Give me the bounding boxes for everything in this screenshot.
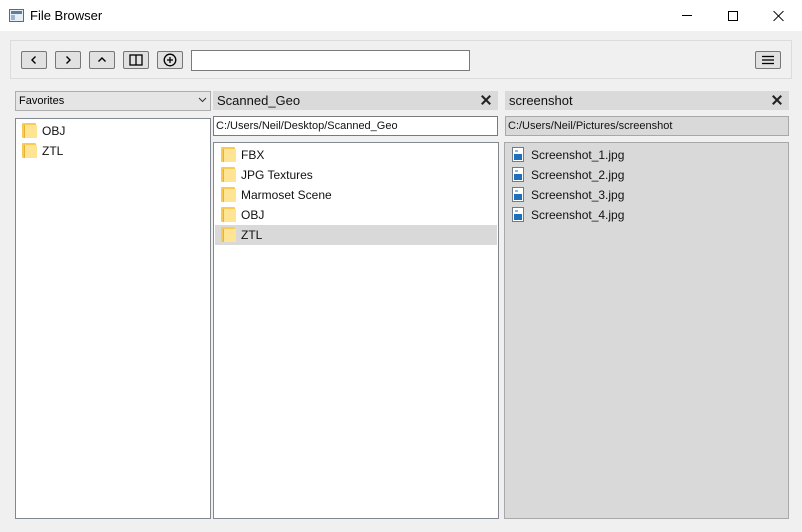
plus-circle-icon [163, 53, 177, 67]
list-item[interactable]: Screenshot_3.jpg [506, 185, 787, 205]
path-input[interactable] [191, 50, 470, 71]
list-item-label: OBJ [241, 208, 265, 222]
list-item-label: FBX [241, 148, 265, 162]
forward-button[interactable] [55, 51, 81, 69]
hamburger-icon [762, 55, 774, 65]
chevron-down-icon [198, 97, 207, 103]
toolbar [10, 40, 792, 79]
maximize-icon [728, 10, 738, 21]
list-item[interactable]: Screenshot_2.jpg [506, 165, 787, 185]
back-button[interactable] [21, 51, 47, 69]
pane-path-field[interactable]: C:/Users/Neil/Desktop/Scanned_Geo [213, 116, 498, 136]
up-button[interactable] [89, 51, 115, 69]
menu-button[interactable] [755, 51, 781, 69]
image-file-icon [512, 167, 524, 182]
pane-header-screenshot: screenshot [505, 91, 789, 110]
list-item-label: OBJ [42, 124, 66, 138]
list-item-label: ZTL [241, 228, 263, 242]
list-item[interactable]: Screenshot_4.jpg [506, 205, 787, 225]
chevron-up-icon [98, 57, 106, 62]
folder-icon [221, 167, 236, 182]
list-item-selected[interactable]: ZTL [215, 225, 497, 245]
pane-path-text: C:/Users/Neil/Desktop/Scanned_Geo [216, 120, 398, 132]
list-item-label: Screenshot_3.jpg [531, 188, 625, 202]
favorites-item-ztl[interactable]: ZTL [17, 141, 209, 161]
image-file-icon [512, 187, 524, 202]
image-file-icon [512, 147, 524, 162]
list-item[interactable]: FBX [215, 145, 497, 165]
image-file-icon [512, 207, 524, 222]
list-item-label: JPG Textures [241, 168, 313, 182]
list-item-label: Screenshot_4.jpg [531, 208, 625, 222]
close-pane-icon[interactable] [772, 95, 782, 105]
folder-icon [221, 227, 236, 242]
pane-file-list-screenshot[interactable]: Screenshot_1.jpg Screenshot_2.jpg Screen… [504, 142, 789, 519]
folder-icon [221, 207, 236, 222]
list-item-label: Screenshot_2.jpg [531, 168, 625, 182]
list-item-label: Marmoset Scene [241, 188, 332, 202]
split-view-icon [129, 54, 143, 66]
list-item-label: ZTL [42, 144, 64, 158]
split-view-button[interactable] [123, 51, 149, 69]
favorites-item-obj[interactable]: OBJ [17, 121, 209, 141]
list-item[interactable]: Screenshot_1.jpg [506, 145, 787, 165]
maximize-button[interactable] [710, 0, 756, 31]
folder-icon [221, 187, 236, 202]
chevron-left-icon [31, 56, 36, 64]
client-area: Favorites OBJ ZTL Scanned_Geo C:/Users/N… [0, 31, 802, 532]
list-item[interactable]: JPG Textures [215, 165, 497, 185]
minimize-button[interactable] [664, 0, 710, 31]
pane-path-text: C:/Users/Neil/Pictures/screenshot [508, 120, 673, 132]
list-item[interactable]: OBJ [215, 205, 497, 225]
close-icon [773, 10, 785, 22]
close-pane-icon[interactable] [481, 95, 491, 105]
minimize-icon [682, 15, 692, 16]
favorites-dropdown-value: Favorites [19, 95, 65, 107]
list-item-label: Screenshot_1.jpg [531, 148, 625, 162]
folder-icon [221, 147, 236, 162]
pane-header-scanned-geo: Scanned_Geo [213, 91, 498, 110]
chevron-right-icon [66, 56, 71, 64]
pane-title: screenshot [509, 93, 573, 108]
title-bar: File Browser [0, 0, 802, 31]
list-item[interactable]: Marmoset Scene [215, 185, 497, 205]
pane-title: Scanned_Geo [217, 93, 301, 108]
pane-path-field[interactable]: C:/Users/Neil/Pictures/screenshot [505, 116, 789, 136]
window-title: File Browser [30, 8, 103, 23]
add-pane-button[interactable] [157, 51, 183, 69]
pane-file-list-scanned-geo[interactable]: FBX JPG Textures Marmoset Scene OBJ ZTL [213, 142, 499, 519]
folder-icon [22, 123, 37, 138]
favorites-list[interactable]: OBJ ZTL [15, 118, 211, 519]
close-window-button[interactable] [756, 0, 802, 31]
favorites-dropdown[interactable]: Favorites [15, 91, 211, 111]
app-icon [9, 9, 24, 22]
folder-icon [22, 143, 37, 158]
